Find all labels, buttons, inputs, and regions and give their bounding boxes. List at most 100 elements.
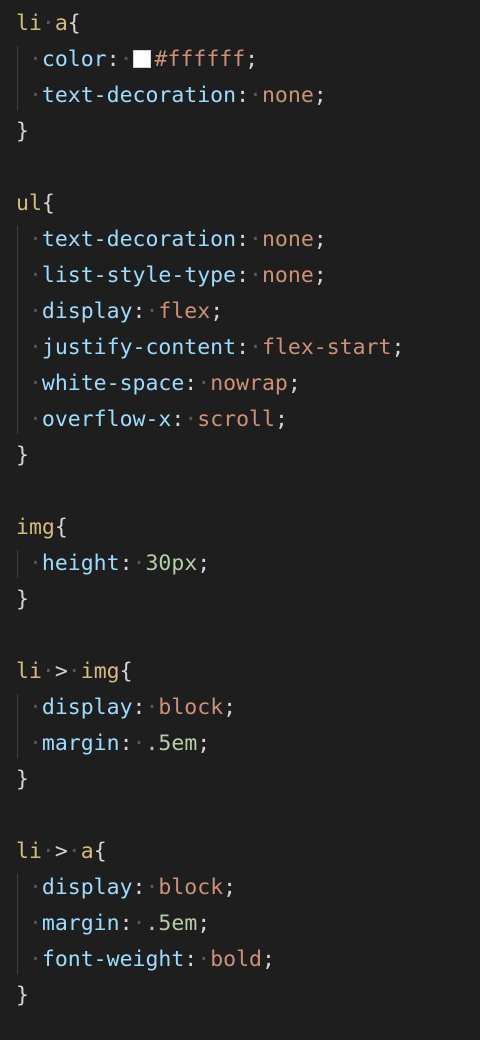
indent-guide xyxy=(17,694,18,758)
declaration-line[interactable]: ·text-decoration:·none; xyxy=(16,222,327,258)
whitespace-marker: · xyxy=(249,83,262,108)
whitespace-marker: · xyxy=(28,371,42,396)
css-value: .5em xyxy=(145,911,198,936)
css-property: margin xyxy=(41,911,120,936)
whitespace-marker: · xyxy=(67,839,81,864)
rule-selector-line[interactable]: li·a{ xyxy=(16,6,81,42)
colon: : xyxy=(119,731,133,756)
css-value: none xyxy=(261,263,314,288)
css-property: text-decoration xyxy=(41,83,237,108)
whitespace-marker: · xyxy=(197,947,211,972)
whitespace-marker: · xyxy=(28,407,42,432)
close-brace: } xyxy=(16,767,29,792)
colon: : xyxy=(106,47,120,72)
css-selector: li·>·img xyxy=(16,659,120,684)
colon: : xyxy=(184,371,198,396)
whitespace-marker: · xyxy=(249,335,262,360)
semicolon: ; xyxy=(274,407,288,432)
colon: : xyxy=(236,335,250,360)
css-value: 30px xyxy=(145,551,198,576)
rule-close-line[interactable]: } xyxy=(16,438,29,474)
indent-guide xyxy=(17,46,18,110)
declaration-line[interactable]: ·overflow-x:·scroll; xyxy=(16,402,288,438)
rule-selector-line[interactable]: li·>·a{ xyxy=(16,834,107,870)
close-brace: } xyxy=(16,119,29,144)
whitespace-marker: · xyxy=(119,47,133,72)
whitespace-marker: · xyxy=(249,227,262,252)
semicolon: ; xyxy=(391,335,405,360)
whitespace-marker: · xyxy=(28,551,42,576)
colon: : xyxy=(236,263,250,288)
whitespace-marker: · xyxy=(197,371,211,396)
rule-close-line[interactable]: } xyxy=(16,114,29,150)
whitespace-marker: · xyxy=(28,875,42,900)
css-property: list-style-type xyxy=(41,263,237,288)
rule-close-line[interactable]: } xyxy=(16,762,29,798)
whitespace-marker: · xyxy=(41,11,55,36)
css-selector: li·>·a xyxy=(16,839,94,864)
whitespace-marker: · xyxy=(28,299,42,324)
css-selector: ul xyxy=(16,191,42,216)
declaration-line[interactable]: ·display:·flex; xyxy=(16,294,223,330)
css-value: scroll xyxy=(197,407,275,432)
declaration-line[interactable]: ·text-decoration:·none; xyxy=(16,78,327,114)
close-brace: } xyxy=(16,983,29,1008)
css-value: none xyxy=(261,83,314,108)
color-swatch[interactable] xyxy=(132,50,151,68)
rule-selector-line[interactable]: ul{ xyxy=(16,186,55,222)
rule-close-line[interactable]: } xyxy=(16,582,29,618)
semicolon: ; xyxy=(245,47,259,72)
declaration-line[interactable]: ·height:·30px; xyxy=(16,546,210,582)
declaration-line[interactable]: ·display:·block; xyxy=(16,690,236,726)
whitespace-marker: · xyxy=(28,227,42,252)
whitespace-marker: · xyxy=(28,695,42,720)
declaration-line[interactable]: ·white-space:·nowrap; xyxy=(16,366,301,402)
css-value: bold xyxy=(210,947,262,972)
open-brace: { xyxy=(93,839,107,864)
colon: : xyxy=(119,911,133,936)
declaration-line[interactable]: ·display:·block; xyxy=(16,870,236,906)
css-value: #ffffff xyxy=(154,47,246,72)
whitespace-marker: · xyxy=(184,407,198,432)
rule-selector-line[interactable]: img{ xyxy=(16,510,68,546)
open-brace: { xyxy=(41,191,55,216)
rule-selector-line[interactable]: li·>·img{ xyxy=(16,654,133,690)
close-brace: } xyxy=(16,587,29,612)
whitespace-marker: · xyxy=(132,731,146,756)
close-brace: } xyxy=(16,443,29,468)
whitespace-marker: · xyxy=(41,839,55,864)
whitespace-marker: · xyxy=(41,659,55,684)
whitespace-marker: · xyxy=(28,911,42,936)
declaration-line[interactable]: ·font-weight:·bold; xyxy=(16,942,275,978)
whitespace-marker: · xyxy=(145,875,159,900)
semicolon: ; xyxy=(197,911,211,936)
whitespace-marker: · xyxy=(132,551,146,576)
colon: : xyxy=(236,227,250,252)
rule-close-line[interactable]: } xyxy=(16,978,29,1014)
css-property: justify-content xyxy=(41,335,237,360)
whitespace-marker: · xyxy=(28,335,42,360)
declaration-line[interactable]: ·margin:·.5em; xyxy=(16,906,210,942)
css-property: font-weight xyxy=(41,947,185,972)
semicolon: ; xyxy=(261,947,275,972)
css-property: margin xyxy=(41,731,120,756)
open-brace: { xyxy=(119,659,133,684)
whitespace-marker: · xyxy=(28,731,42,756)
whitespace-marker: · xyxy=(28,83,42,108)
css-value: none xyxy=(261,227,314,252)
declaration-line[interactable]: ·margin:·.5em; xyxy=(16,726,210,762)
declaration-line[interactable]: ·color:· #ffffff; xyxy=(16,42,258,78)
css-property: height xyxy=(41,551,120,576)
declaration-line[interactable]: ·list-style-type:·none; xyxy=(16,258,327,294)
css-property: display xyxy=(41,695,133,720)
css-value: nowrap xyxy=(210,371,288,396)
code-editor[interactable]: li·a{ ·color:· #ffffff; ·text-decoration:… xyxy=(0,0,480,1040)
semicolon: ; xyxy=(197,551,211,576)
semicolon: ; xyxy=(223,695,237,720)
open-brace: { xyxy=(54,515,68,540)
whitespace-marker: · xyxy=(28,947,42,972)
whitespace-marker: · xyxy=(249,263,262,288)
css-value: flex-start xyxy=(261,335,392,360)
colon: : xyxy=(236,83,250,108)
declaration-line[interactable]: ·justify-content:·flex-start; xyxy=(16,330,404,366)
